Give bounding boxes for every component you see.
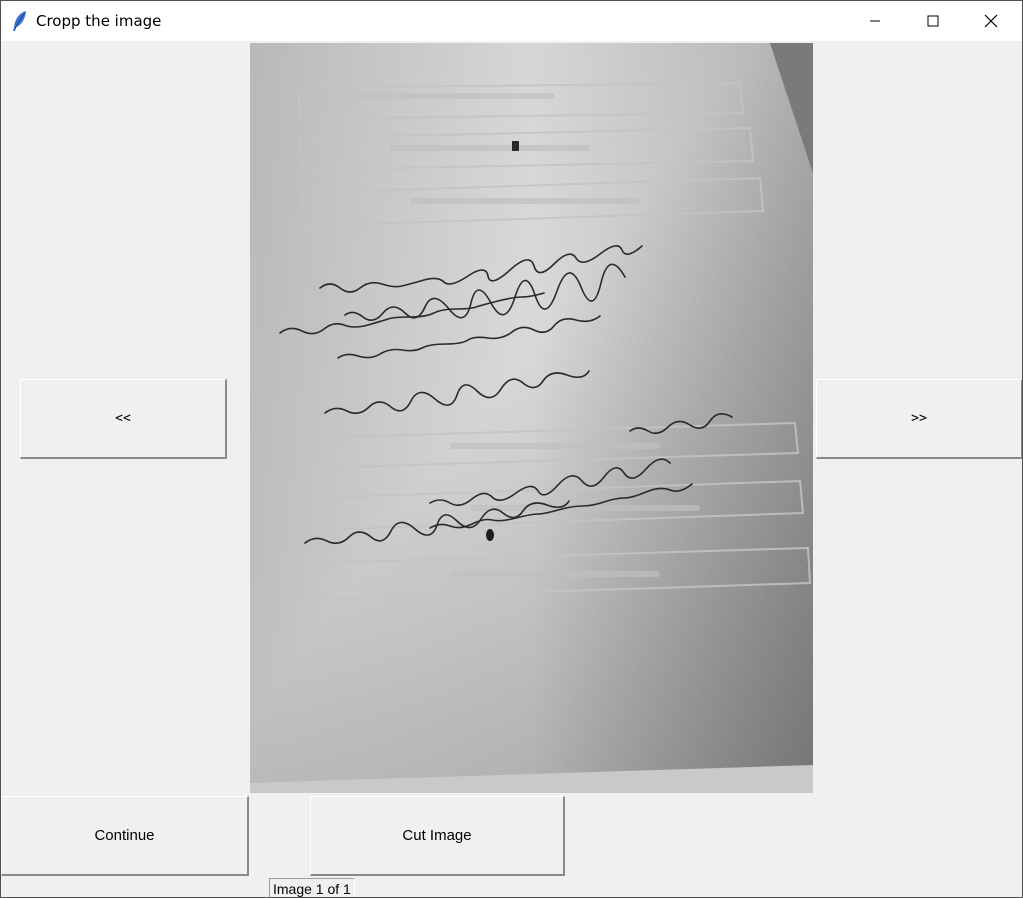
image-counter-label: Image 1 of 1 [269,878,355,897]
cut-image-button[interactable]: Cut Image [310,796,565,876]
image-preview[interactable] [250,43,813,793]
minimize-button[interactable] [846,1,904,41]
next-image-button[interactable]: >> [816,379,1022,459]
close-icon [984,14,998,28]
minimize-icon [869,15,881,27]
maximize-button[interactable] [904,1,962,41]
window-title: Cropp the image [36,12,162,30]
close-button[interactable] [962,1,1020,41]
continue-button[interactable]: Continue [1,796,249,876]
app-window: Cropp the image << >> Continue Cut Image… [0,0,1023,898]
previous-image-button[interactable]: << [20,379,227,459]
title-bar[interactable]: Cropp the image [1,1,1022,41]
maximize-icon [927,15,939,27]
feather-icon [11,10,29,32]
